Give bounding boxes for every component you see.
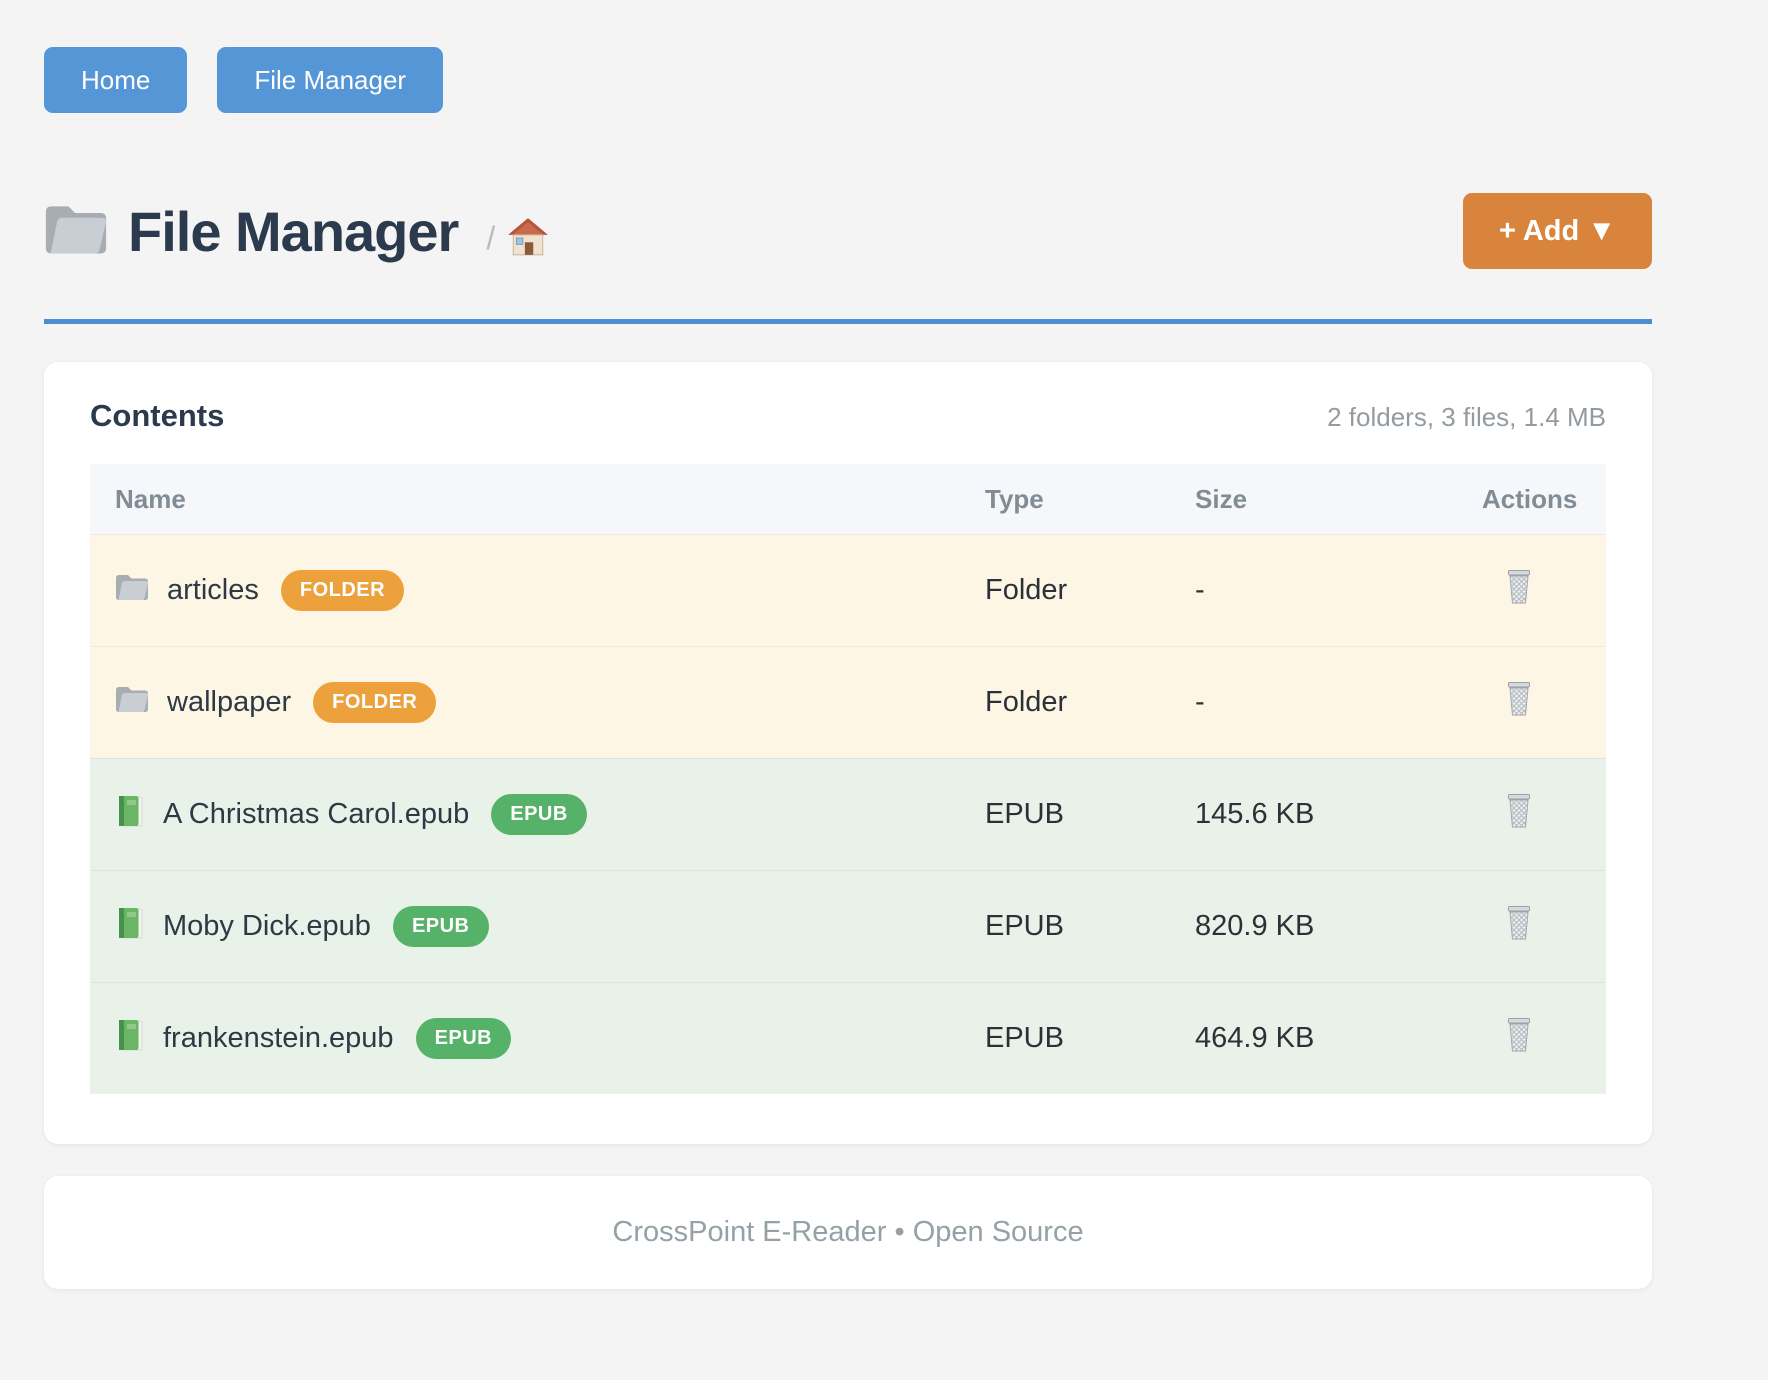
size-cell: 820.9 KB: [1195, 910, 1482, 943]
name-cell: frankenstein.epub EPUB: [115, 1018, 985, 1060]
add-dropdown-button[interactable]: + Add ▼: [1463, 193, 1652, 269]
contents-header: Contents 2 folders, 3 files, 1.4 MB: [90, 398, 1606, 434]
trash-icon: [1504, 929, 1534, 944]
delete-button[interactable]: [1504, 1017, 1534, 1053]
trash-icon: [1504, 817, 1534, 832]
trash-icon: [1504, 593, 1534, 608]
home-breadcrumb-icon[interactable]: [507, 217, 549, 262]
column-header-name: Name: [115, 484, 985, 515]
delete-button[interactable]: [1504, 569, 1534, 605]
table-row: articles FOLDER Folder -: [90, 534, 1606, 646]
page-header: File Manager / + Add ▼: [44, 193, 1652, 269]
title-group: File Manager /: [44, 199, 1463, 264]
item-name-link[interactable]: wallpaper: [167, 686, 291, 719]
footer: CrossPoint E-Reader • Open Source: [44, 1176, 1652, 1289]
type-cell: Folder: [985, 574, 1195, 607]
breadcrumb: /: [486, 220, 495, 257]
name-cell: wallpaper FOLDER: [115, 682, 985, 723]
size-cell: 145.6 KB: [1195, 798, 1482, 831]
delete-button[interactable]: [1504, 793, 1534, 829]
page-title: File Manager: [128, 199, 458, 264]
name-cell: articles FOLDER: [115, 570, 985, 611]
table-row: frankenstein.epub EPUB EPUB 464.9 KB: [90, 982, 1606, 1094]
type-badge: FOLDER: [281, 570, 404, 611]
contents-title: Contents: [90, 398, 224, 434]
table-header-row: Name Type Size Actions: [90, 464, 1606, 534]
top-nav: Home File Manager: [44, 47, 1652, 113]
size-cell: -: [1195, 574, 1482, 607]
folder-icon: [115, 573, 149, 609]
folder-icon: [44, 202, 108, 261]
file-manager-button[interactable]: File Manager: [217, 47, 443, 113]
type-badge: FOLDER: [313, 682, 436, 723]
name-cell: A Christmas Carol.epub EPUB: [115, 794, 985, 836]
item-name-link[interactable]: frankenstein.epub: [163, 1022, 394, 1055]
contents-summary: 2 folders, 3 files, 1.4 MB: [1327, 402, 1606, 433]
type-cell: Folder: [985, 686, 1195, 719]
table-row: wallpaper FOLDER Folder -: [90, 646, 1606, 758]
epub-book-icon: [115, 794, 145, 836]
table-row: Moby Dick.epub EPUB EPUB 820.9 KB: [90, 870, 1606, 982]
folder-icon: [115, 685, 149, 721]
type-badge: EPUB: [416, 1018, 512, 1059]
epub-book-icon: [115, 906, 145, 948]
table-row: A Christmas Carol.epub EPUB EPUB 145.6 K…: [90, 758, 1606, 870]
type-badge: EPUB: [491, 794, 587, 835]
header-divider: [44, 319, 1652, 324]
trash-icon: [1504, 705, 1534, 720]
column-header-type: Type: [985, 484, 1195, 515]
contents-card: Contents 2 folders, 3 files, 1.4 MB Name…: [44, 362, 1652, 1144]
epub-book-icon: [115, 1018, 145, 1060]
file-table: Name Type Size Actions articles FOLDER F…: [90, 464, 1606, 1094]
item-name-link[interactable]: A Christmas Carol.epub: [163, 798, 469, 831]
size-cell: -: [1195, 686, 1482, 719]
home-button[interactable]: Home: [44, 47, 187, 113]
type-cell: EPUB: [985, 798, 1195, 831]
type-cell: EPUB: [985, 910, 1195, 943]
type-badge: EPUB: [393, 906, 489, 947]
page: Home File Manager File Manager /: [0, 0, 1768, 1380]
size-cell: 464.9 KB: [1195, 1022, 1482, 1055]
type-cell: EPUB: [985, 1022, 1195, 1055]
column-header-size: Size: [1195, 484, 1482, 515]
footer-text: CrossPoint E-Reader • Open Source: [612, 1216, 1083, 1249]
item-name-link[interactable]: articles: [167, 574, 259, 607]
table-body: articles FOLDER Folder - wallpaper FOLDE…: [90, 534, 1606, 1094]
item-name-link[interactable]: Moby Dick.epub: [163, 910, 371, 943]
column-header-actions: Actions: [1482, 484, 1606, 515]
name-cell: Moby Dick.epub EPUB: [115, 906, 985, 948]
delete-button[interactable]: [1504, 905, 1534, 941]
trash-icon: [1504, 1041, 1534, 1056]
delete-button[interactable]: [1504, 681, 1534, 717]
